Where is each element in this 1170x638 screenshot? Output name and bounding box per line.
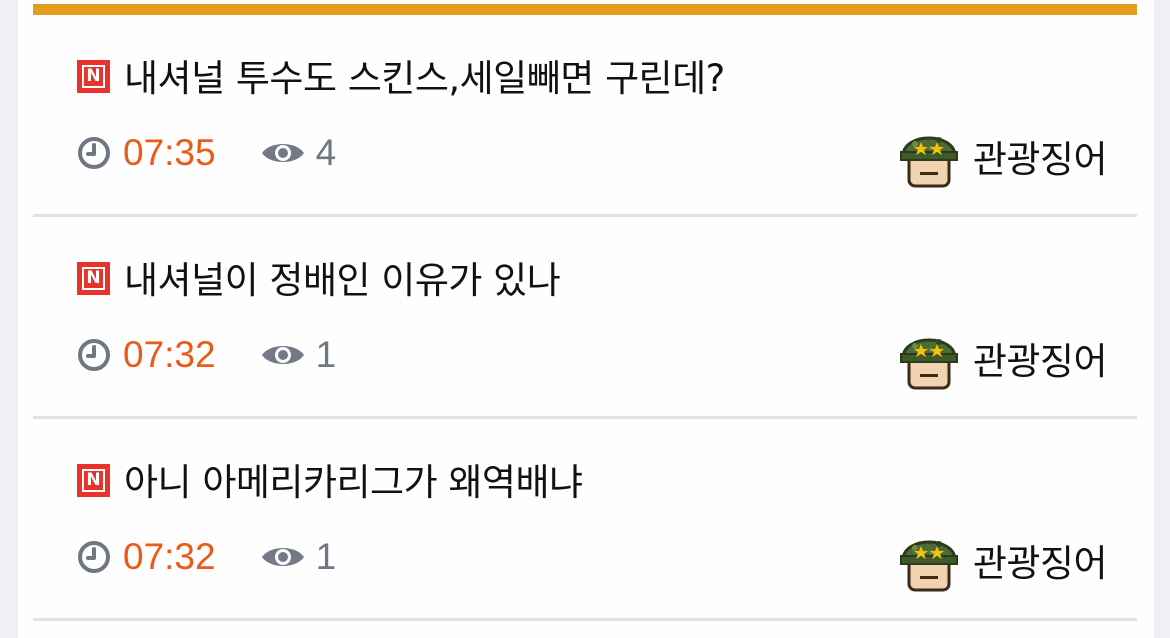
post-author[interactable]: 관광징어 bbox=[895, 525, 1108, 595]
view-count: 1 bbox=[315, 334, 337, 375]
clock-icon bbox=[77, 136, 111, 170]
author-name[interactable]: 관광징어 bbox=[973, 533, 1108, 587]
post-meta: 07:32 1 bbox=[77, 535, 336, 579]
post-title[interactable]: 아니 아메리카리그가 왜역배냐 bbox=[124, 452, 583, 506]
post-author[interactable]: 관광징어 bbox=[895, 323, 1108, 393]
new-badge-icon: N bbox=[77, 463, 110, 497]
view-count: 4 bbox=[315, 132, 337, 173]
new-badge-icon: N bbox=[77, 261, 110, 295]
author-name[interactable]: 관광징어 bbox=[973, 129, 1108, 183]
soldier-avatar-icon bbox=[895, 324, 963, 392]
eye-icon bbox=[260, 542, 306, 572]
soldier-avatar-icon bbox=[895, 122, 963, 190]
post-meta: 07:32 1 bbox=[77, 333, 336, 377]
accent-bar bbox=[33, 4, 1137, 15]
post-title[interactable]: 내셔널 투수도 스킨스,세일빼면 구린데? bbox=[124, 48, 725, 102]
clock-icon bbox=[77, 540, 111, 574]
post-meta: 07:35 4 bbox=[77, 131, 336, 175]
post-title-row[interactable]: N 내셔널이 정배인 이유가 있나 bbox=[77, 255, 561, 302]
post-title-row[interactable]: N 내셔널 투수도 스킨스,세일빼면 구린데? bbox=[77, 53, 725, 100]
new-badge-icon: N bbox=[77, 59, 110, 93]
eye-icon bbox=[260, 340, 306, 370]
post-list-panel: N 내셔널 투수도 스킨스,세일빼면 구린데? 07:35 4 관광징어 N 내… bbox=[18, 0, 1154, 638]
post-time: 07:32 bbox=[123, 334, 216, 375]
list-item[interactable]: N 아니 아메리카리그가 왜역배냐 07:32 1 관광징어 bbox=[33, 419, 1137, 621]
eye-icon bbox=[260, 138, 306, 168]
soldier-avatar-icon bbox=[895, 526, 963, 594]
post-title[interactable]: 내셔널이 정배인 이유가 있나 bbox=[124, 250, 561, 304]
list-item[interactable]: N 내셔널이 정배인 이유가 있나 07:32 1 관광징어 bbox=[33, 217, 1137, 419]
post-time: 07:35 bbox=[123, 132, 216, 173]
post-author[interactable]: 관광징어 bbox=[895, 121, 1108, 191]
view-count: 1 bbox=[315, 536, 337, 577]
post-title-row[interactable]: N 아니 아메리카리그가 왜역배냐 bbox=[77, 457, 583, 504]
list-item[interactable]: N 내셔널 투수도 스킨스,세일빼면 구린데? 07:35 4 관광징어 bbox=[33, 15, 1137, 217]
clock-icon bbox=[77, 338, 111, 372]
post-time: 07:32 bbox=[123, 536, 216, 577]
author-name[interactable]: 관광징어 bbox=[973, 331, 1108, 385]
